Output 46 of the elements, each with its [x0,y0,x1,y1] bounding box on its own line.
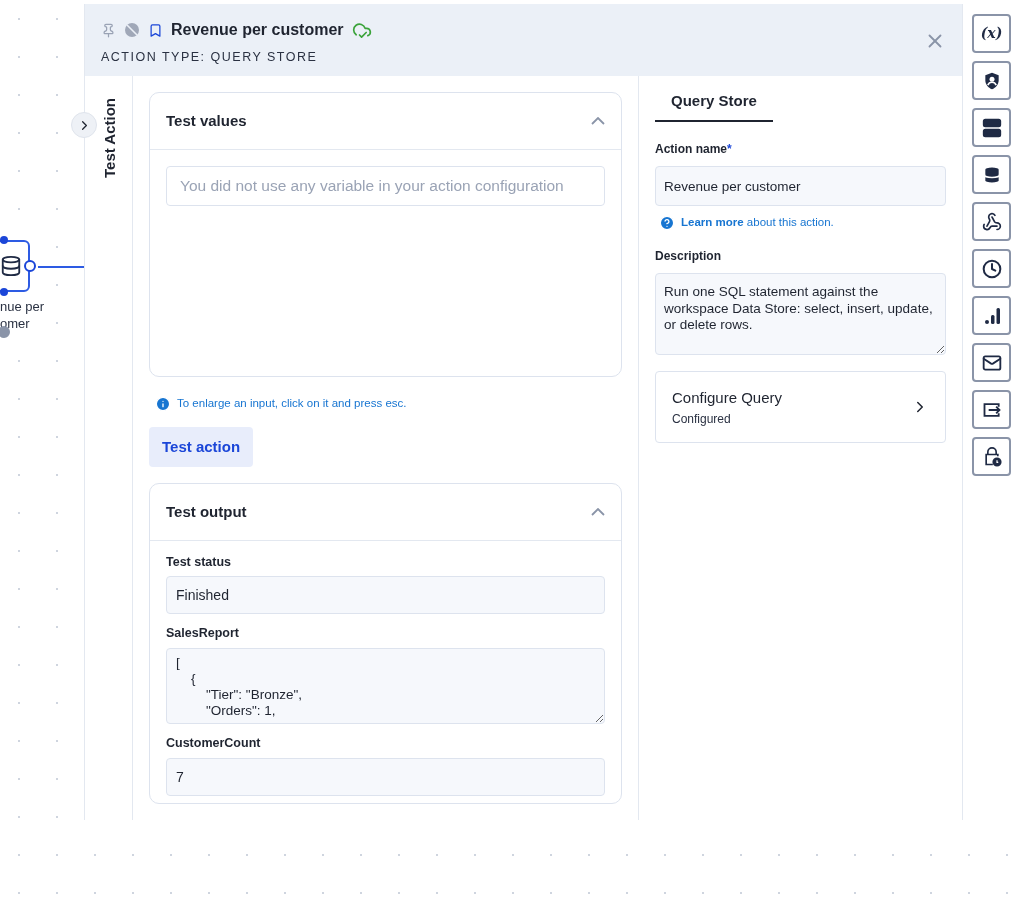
bookmark-icon [148,22,163,38]
clock-icon[interactable] [972,249,1011,288]
chevron-up-icon [591,507,605,516]
output-field[interactable]: 7 [166,757,605,796]
server-icon[interactable] [972,108,1011,147]
collapse-button[interactable] [591,507,605,516]
chevron-up-icon [591,117,605,125]
card-title: Configure Query [672,388,783,408]
output-field[interactable]: [ { "Tier": "Bronze", "Orders": 1, [166,648,605,725]
input-field[interactable]: You did not use any variable in your action configuration [166,166,605,206]
description-field[interactable]: Run one SQL statement against the workspace Data Store: select, insert, update, or delete rows. [655,273,946,356]
connector-line [38,266,84,268]
disabled-icon [124,22,140,38]
node-drawing[interactable] [0,236,38,296]
section-title: Test output [166,501,247,522]
hint-text: To enlarge an input, click on it and press esc. [177,396,407,411]
field-label: SalesReport [166,625,240,643]
side-tab[interactable]: Test Action [99,98,122,178]
configure-query-card[interactable]: Configure Query Configured [655,371,946,444]
help-icon [659,214,675,231]
pin-icon [101,22,116,38]
tab[interactable]: Query Store [655,82,773,122]
mail-icon[interactable] [972,343,1011,382]
action-type: ACTION TYPE: QUERY STORE [101,49,319,66]
signal-icon[interactable] [972,296,1011,335]
action-name-field[interactable]: Revenue per customer [655,166,946,206]
database-icon [0,255,22,277]
field-label: Description [655,248,722,266]
card-status: Configured [672,410,732,428]
field-label: Action name* [655,141,733,158]
webhook-icon[interactable] [972,202,1011,241]
test-action-button[interactable]: Test action [149,427,254,468]
export-icon[interactable] [972,390,1011,429]
field-label: Test status [166,553,233,571]
database-icon[interactable] [972,155,1011,194]
help-link[interactable]: Learn more about this action. [681,214,834,232]
panel-title: Revenue per customer [171,20,344,40]
variable-button[interactable]: (x) [972,14,1011,53]
output-field[interactable]: Finished [166,576,605,615]
expand-button[interactable] [71,112,97,138]
info-icon [155,395,171,412]
shield-user-icon[interactable] [972,61,1011,100]
lock-clock-icon[interactable] [972,437,1011,476]
field-label: CustomerCount [166,735,262,753]
collapse-button[interactable] [591,117,605,125]
section-title: Test values [166,110,247,131]
